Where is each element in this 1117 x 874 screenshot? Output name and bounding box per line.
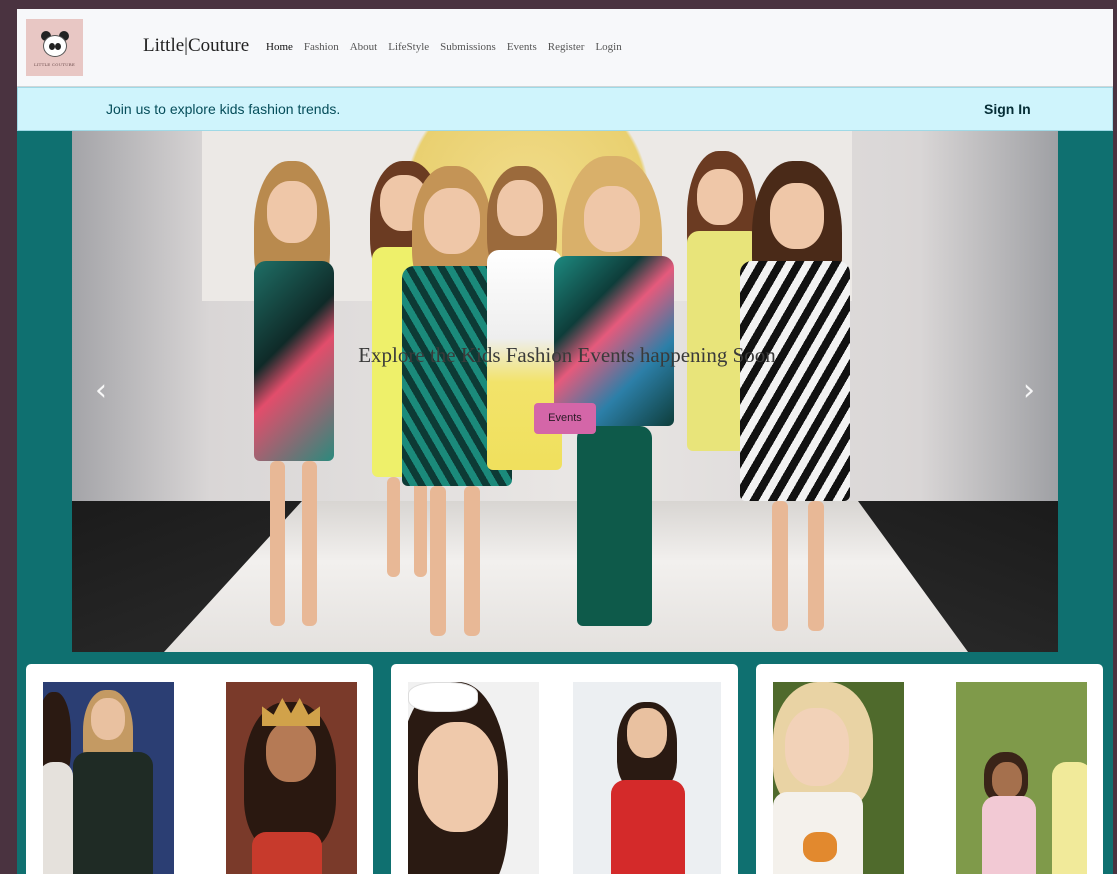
card-image bbox=[408, 682, 539, 874]
panda-logo-icon bbox=[38, 29, 72, 61]
card-image bbox=[226, 682, 357, 874]
logo[interactable]: LITTLE COUTURE bbox=[26, 19, 83, 76]
brand-name[interactable]: Little|Couture bbox=[143, 35, 249, 57]
chevron-right-icon[interactable]: › bbox=[1014, 376, 1044, 406]
card-image bbox=[573, 682, 721, 874]
logo-caption: LITTLE COUTURE bbox=[34, 61, 75, 67]
nav-link-about[interactable]: About bbox=[350, 41, 378, 53]
nav-link-register[interactable]: Register bbox=[548, 41, 585, 53]
carousel-caption: Explore the Kids Fashion Events happenin… bbox=[358, 343, 776, 367]
runway-model bbox=[712, 161, 872, 641]
fashion-card[interactable] bbox=[26, 664, 373, 874]
banner-message: Join us to explore kids fashion trends. bbox=[106, 101, 341, 117]
runway-model bbox=[232, 161, 352, 641]
runway-model bbox=[532, 156, 692, 646]
page: LITTLE COUTURE Little|Couture Home Fashi… bbox=[17, 9, 1113, 874]
nav-link-home[interactable]: Home bbox=[266, 41, 293, 53]
info-banner: Join us to explore kids fashion trends. … bbox=[17, 87, 1113, 131]
fashion-card[interactable] bbox=[391, 664, 738, 874]
navbar: LITTLE COUTURE Little|Couture Home Fashi… bbox=[17, 9, 1113, 87]
nav-link-lifestyle[interactable]: LifeStyle bbox=[388, 41, 429, 53]
card-image bbox=[773, 682, 904, 874]
events-button[interactable]: Events bbox=[534, 403, 596, 434]
fashion-card[interactable] bbox=[756, 664, 1103, 874]
card-image bbox=[43, 682, 174, 874]
sign-in-link[interactable]: Sign In bbox=[984, 101, 1031, 117]
hero-carousel: Explore the Kids Fashion Events happenin… bbox=[72, 131, 1058, 652]
nav-link-events[interactable]: Events bbox=[507, 41, 537, 53]
card-image bbox=[956, 682, 1087, 874]
nav-link-submissions[interactable]: Submissions bbox=[440, 41, 496, 53]
chevron-left-icon[interactable]: ‹ bbox=[86, 376, 116, 406]
nav-link-login[interactable]: Login bbox=[595, 41, 621, 53]
nav-link-fashion[interactable]: Fashion bbox=[304, 41, 339, 53]
nav-links: Home Fashion About LifeStyle Submissions… bbox=[266, 41, 622, 53]
